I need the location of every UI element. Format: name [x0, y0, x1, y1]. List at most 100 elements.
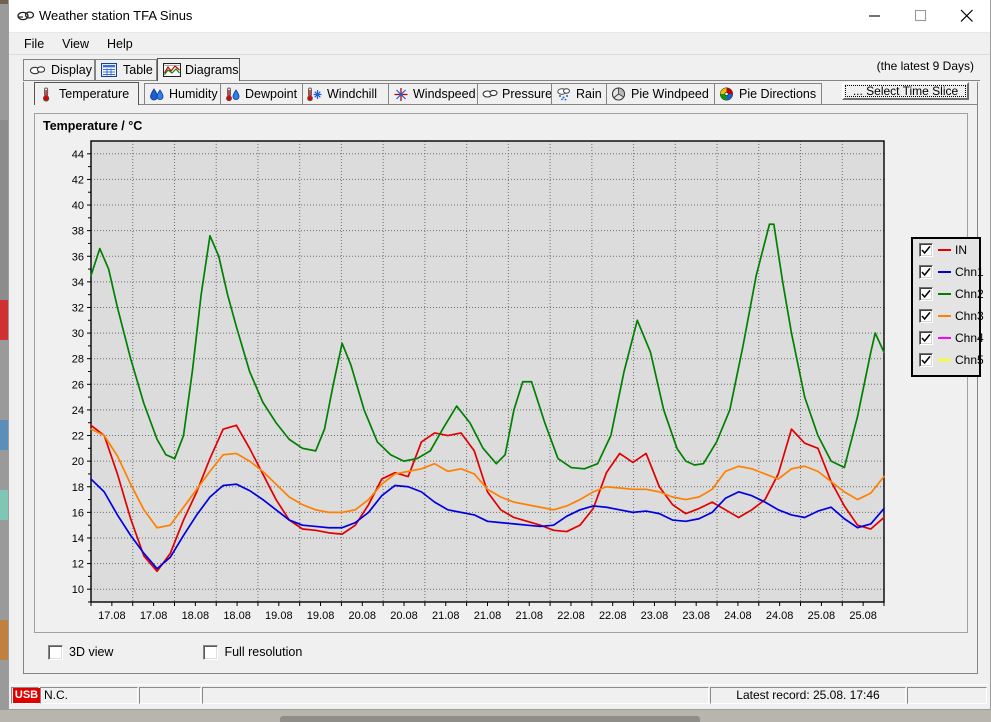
legend-color-swatch [938, 271, 951, 273]
checkbox-3d-view[interactable]: 3D view [48, 644, 113, 660]
tab-label: Diagrams [185, 63, 239, 77]
legend-label: IN [955, 243, 967, 257]
legend-checkbox[interactable] [919, 287, 933, 301]
tab-label: Dewpoint [245, 87, 298, 101]
svg-text:44: 44 [72, 149, 84, 161]
cloud-icon [29, 63, 47, 77]
tab-label: Windspeed [413, 87, 476, 101]
legend-label: Chn3 [955, 309, 984, 323]
svg-text:30: 30 [72, 328, 84, 340]
checkbox-box[interactable] [48, 644, 63, 660]
diagram-icon [162, 62, 182, 78]
chart-frame: Temperature / °C 10 12 14 16 18 20 22 24 26 28 30 3… [34, 113, 968, 633]
legend-checkbox[interactable] [919, 353, 933, 367]
menu-help[interactable]: Help [98, 35, 142, 53]
svg-text:24: 24 [72, 405, 84, 417]
tab-rain[interactable]: Rain [551, 83, 610, 104]
tab-label: Pressure [502, 87, 553, 101]
svg-text:28: 28 [72, 354, 84, 366]
tab-label: Pie Windpeed [631, 87, 709, 101]
legend-checkbox[interactable] [919, 243, 933, 257]
close-button[interactable] [944, 0, 990, 31]
svg-text:40: 40 [72, 200, 84, 212]
svg-text:12: 12 [72, 559, 84, 571]
legend-label: Chn1 [955, 265, 984, 279]
legend-label: Chn4 [955, 331, 984, 345]
tab-windspeed[interactable]: Windspeed [388, 83, 481, 104]
svg-text:26: 26 [72, 379, 84, 391]
temperature-chart[interactable]: 10 12 14 16 18 20 22 24 26 28 30 32 34 36 38 40 42 44 17.0… [35, 114, 967, 632]
legend-color-swatch [938, 359, 951, 361]
pie-color-icon [719, 87, 735, 102]
pie-gray-icon [611, 86, 627, 102]
legend-row-chn5[interactable]: Chn5 [913, 349, 984, 371]
maximize-button[interactable] [898, 0, 944, 31]
tab-display[interactable]: Display [23, 59, 95, 80]
app-window: Weather station TFA Sinus File View Help… [8, 0, 991, 710]
legend-checkbox[interactable] [919, 331, 933, 345]
svg-text:19.08: 19.08 [307, 610, 335, 622]
tab-pie-directions[interactable]: Pie Directions [714, 83, 822, 104]
svg-text:18.08: 18.08 [182, 610, 210, 622]
tab-pie-windspeed[interactable]: Pie Windpeed [606, 83, 718, 104]
legend-color-swatch [938, 249, 951, 251]
svg-text:36: 36 [72, 251, 84, 263]
checkbox-box[interactable] [203, 644, 219, 660]
svg-text:22.08: 22.08 [599, 610, 627, 622]
measurement-tab-bar: Temperature Humidity Dewpoint Windchill … [24, 82, 977, 105]
series-legend: IN Chn1 Chn2 Chn3 Chn4 Chn5 [911, 237, 984, 377]
legend-color-swatch [938, 293, 951, 295]
svg-text:42: 42 [72, 174, 84, 186]
svg-text:25.08: 25.08 [808, 610, 836, 622]
rain-icon [556, 87, 572, 102]
legend-row-in[interactable]: IN [913, 239, 979, 261]
status-spacer-cell [202, 686, 709, 704]
svg-text:20.08: 20.08 [390, 610, 418, 622]
legend-row-chn2[interactable]: Chn2 [913, 283, 984, 305]
svg-text:21.08: 21.08 [474, 610, 502, 622]
legend-row-chn4[interactable]: Chn4 [913, 327, 984, 349]
status-bar: USB N.C. Latest record: 25.08. 17:46 [11, 684, 988, 705]
tab-diagrams[interactable]: Diagrams [157, 58, 240, 81]
legend-checkbox[interactable] [919, 265, 933, 279]
svg-text:20.08: 20.08 [349, 610, 377, 622]
tab-temperature[interactable]: Temperature [34, 82, 139, 105]
menu-file[interactable]: File [15, 35, 53, 53]
svg-text:21.08: 21.08 [432, 610, 460, 622]
cloud-icon [482, 87, 498, 102]
tab-table[interactable]: Table [95, 59, 157, 80]
svg-text:24.08: 24.08 [724, 610, 752, 622]
windchill-icon [307, 87, 323, 102]
svg-text:18: 18 [72, 482, 84, 494]
tab-label: Rain [576, 87, 602, 101]
menu-view[interactable]: View [53, 35, 98, 53]
inner-tab-underline [34, 104, 977, 105]
legend-row-chn3[interactable]: Chn3 [913, 305, 984, 327]
checkbox-full-resolution[interactable]: Full resolution [203, 644, 303, 660]
tab-label: Pie Directions [739, 87, 817, 101]
chart-options-row: 3D view Full resolution [34, 640, 968, 664]
select-time-slice-button[interactable]: ... Select Time Slice [842, 82, 969, 100]
svg-text:38: 38 [72, 226, 84, 238]
title-bar: Weather station TFA Sinus [9, 0, 990, 33]
taskbar-sliver [280, 716, 700, 722]
tab-pressure[interactable]: Pressure [477, 83, 555, 104]
svg-text:14: 14 [72, 533, 84, 545]
legend-color-swatch [938, 337, 951, 339]
tab-dewpoint[interactable]: Dewpoint [220, 83, 306, 104]
svg-text:17.08: 17.08 [140, 610, 168, 622]
checkbox-label: Full resolution [224, 645, 303, 659]
status-end-cell [907, 686, 987, 704]
svg-text:23.08: 23.08 [682, 610, 710, 622]
svg-text:22.08: 22.08 [557, 610, 585, 622]
svg-text:10: 10 [72, 584, 84, 596]
svg-text:18.08: 18.08 [223, 610, 251, 622]
svg-text:23.08: 23.08 [641, 610, 669, 622]
legend-checkbox[interactable] [919, 309, 933, 323]
tab-windchill[interactable]: Windchill [302, 83, 392, 104]
tab-label: Temperature [59, 87, 130, 101]
legend-label: Chn5 [955, 353, 984, 367]
minimize-button[interactable] [852, 0, 898, 31]
legend-row-chn1[interactable]: Chn1 [913, 261, 984, 283]
tab-humidity[interactable]: Humidity [144, 83, 224, 104]
